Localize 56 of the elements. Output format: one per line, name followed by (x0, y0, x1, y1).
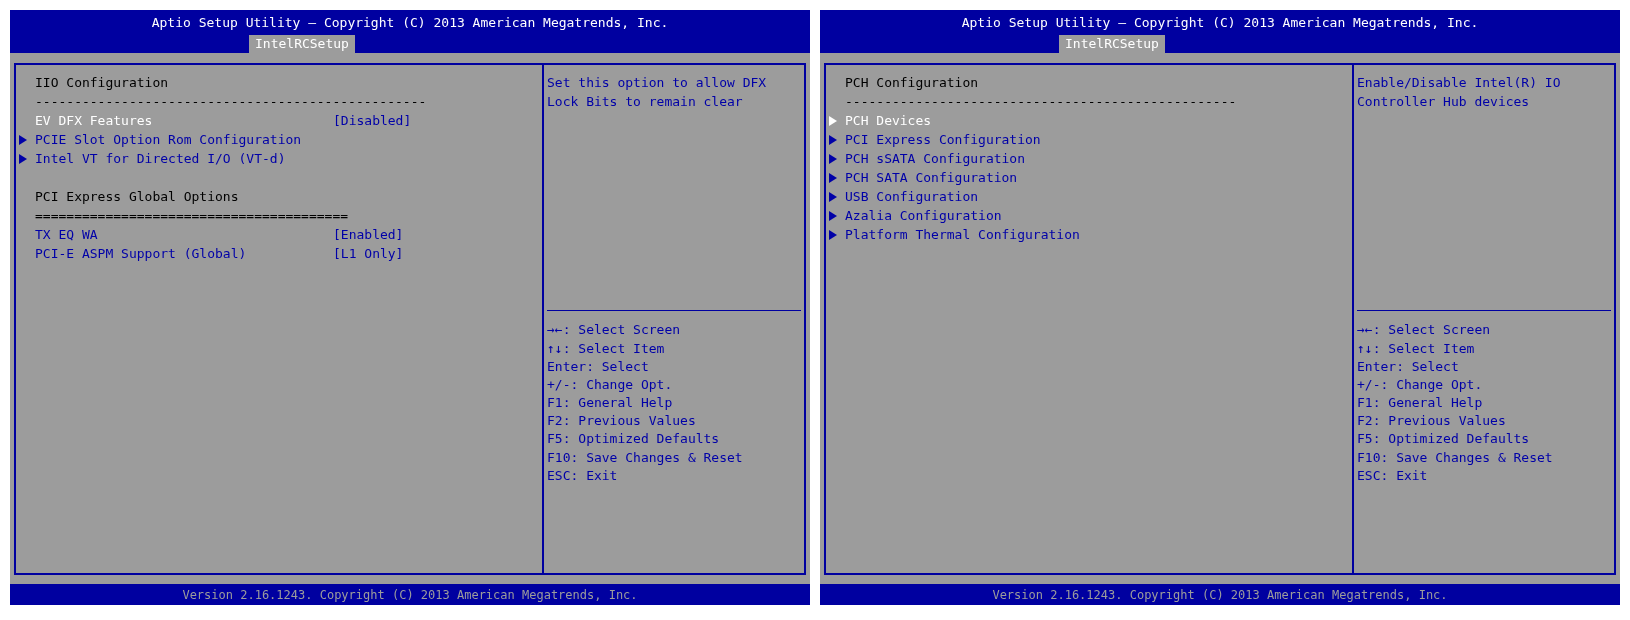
submenu-item[interactable]: PCI Express Configuration (845, 129, 1041, 150)
footer-text: Version 2.16.1243. Copyright (C) 2013 American Megatrends, Inc. (182, 586, 638, 604)
key-hint: +/-: Change Opt. (547, 375, 673, 394)
section-heading: PCI Express Global Options (35, 187, 239, 206)
setting-label[interactable]: TX EQ WA (35, 224, 333, 245)
section-heading: PCH Configuration (845, 73, 979, 92)
triangle-icon (19, 153, 27, 164)
key-hint: ESC: Exit (547, 466, 618, 485)
key-hint: F1: General Help (547, 394, 673, 413)
separator-line: -------------------------------------------------- (35, 92, 427, 111)
tab[interactable]: IntelRCSetup (1059, 35, 1165, 53)
submenu-item[interactable]: PCH SATA Configuration (845, 167, 1018, 188)
triangle-icon (829, 153, 837, 164)
help-text: Enable/Disable Intel(R) IO Controller Hub devices (1357, 74, 1562, 111)
key-hint: ESC: Exit (1357, 466, 1428, 485)
triangle-icon (829, 191, 837, 202)
setting-value[interactable]: [L1 Only] (333, 243, 404, 264)
key-hint: F5: Optimized Defaults (547, 430, 720, 449)
key-hint: F5: Optimized Defaults (1357, 430, 1530, 449)
submenu-item[interactable]: Platform Thermal Configuration (845, 224, 1080, 245)
setting-label[interactable]: PCI-E ASPM Support (Global) (35, 243, 333, 264)
submenu-item[interactable]: PCH Devices (845, 110, 932, 131)
triangle-icon (829, 210, 837, 221)
separator-line: -------------------------------------------------- (845, 92, 1237, 111)
help-text: Set this option to allow DFX Lock Bits to remain clear (547, 74, 768, 111)
submenu-item[interactable]: Intel VT for Directed I/O (VT-d) (35, 148, 286, 169)
key-hint: →←: Select Screen (547, 321, 681, 340)
setting-label[interactable]: EV DFX Features (35, 110, 333, 131)
submenu-item[interactable]: PCIE Slot Option Rom Configuration (35, 129, 302, 150)
separator-line: ======================================== (35, 206, 349, 225)
submenu-item[interactable]: USB Configuration (845, 186, 979, 207)
triangle-icon (829, 229, 837, 240)
key-hint: Enter: Select (547, 357, 649, 376)
key-hint: →←: Select Screen (1357, 321, 1491, 340)
submenu-item[interactable]: Azalia Configuration (845, 205, 1002, 226)
section-heading: IIO Configuration (35, 73, 169, 92)
window-title: Aptio Setup Utility – Copyright (C) 2013 American Megatrends, Inc. (151, 13, 669, 32)
setting-value[interactable]: [Enabled] (333, 224, 404, 245)
triangle-icon (829, 172, 837, 183)
tab[interactable]: IntelRCSetup (249, 35, 355, 53)
key-hint: ↑↓: Select Item (1357, 339, 1475, 358)
key-hint: ↑↓: Select Item (547, 339, 665, 358)
window-title: Aptio Setup Utility – Copyright (C) 2013 American Megatrends, Inc. (961, 13, 1479, 32)
key-hint: Enter: Select (1357, 357, 1459, 376)
triangle-icon (829, 134, 837, 145)
triangle-icon (829, 115, 837, 126)
submenu-item[interactable]: PCH sSATA Configuration (845, 148, 1025, 169)
key-hint: F2: Previous Values (547, 412, 696, 431)
key-hint: +/-: Change Opt. (1357, 375, 1483, 394)
key-hint: F10: Save Changes & Reset (547, 448, 743, 467)
triangle-icon (19, 134, 27, 145)
key-hint: F1: General Help (1357, 394, 1483, 413)
setting-value[interactable]: [Disabled] (333, 110, 412, 131)
key-hint: F10: Save Changes & Reset (1357, 448, 1553, 467)
footer-text: Version 2.16.1243. Copyright (C) 2013 American Megatrends, Inc. (992, 586, 1448, 604)
key-hint: F2: Previous Values (1357, 412, 1506, 431)
